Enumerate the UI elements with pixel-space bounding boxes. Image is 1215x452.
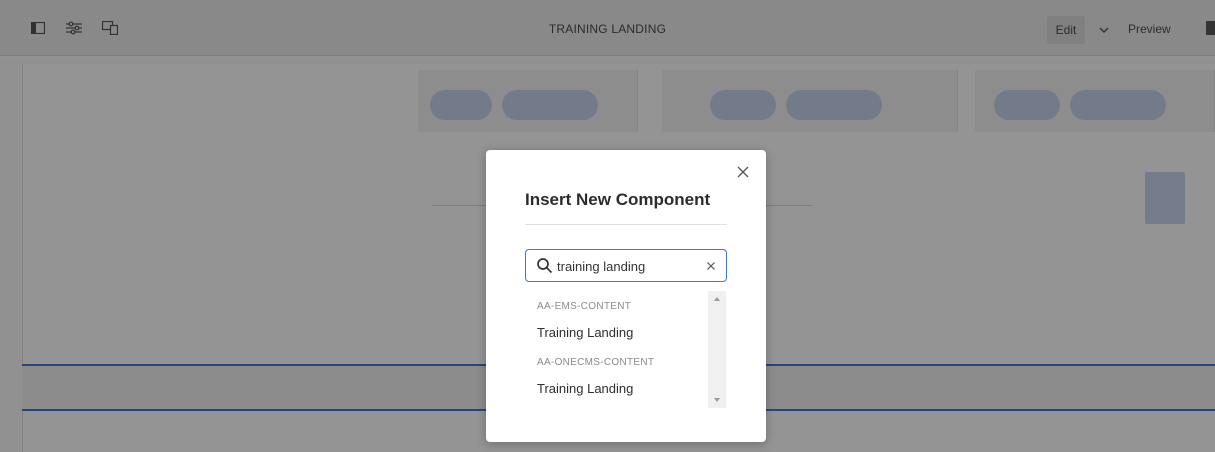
search-input[interactable] [557,256,697,276]
results-scrollbar[interactable] [708,291,726,408]
dialog-title: Insert New Component [525,190,711,209]
group-label: AA-EMS-CONTENT [537,301,632,312]
search-icon [537,258,553,274]
close-button[interactable] [733,162,753,182]
list-item[interactable]: Training Landing [537,325,633,340]
list-item[interactable]: Training Landing [537,381,633,396]
clear-search-button[interactable] [704,259,718,273]
component-search [525,249,727,282]
component-results-list: AA-EMS-CONTENT Training Landing AA-ONECM… [525,291,727,408]
close-icon [737,166,749,178]
clear-icon [707,262,715,270]
divider [525,224,727,225]
scroll-up-icon[interactable] [714,297,720,301]
insert-component-dialog: Insert New Component AA-EMS-CONTENT Trai… [486,150,766,442]
scroll-down-icon[interactable] [714,398,720,402]
group-label: AA-ONECMS-CONTENT [537,357,655,368]
